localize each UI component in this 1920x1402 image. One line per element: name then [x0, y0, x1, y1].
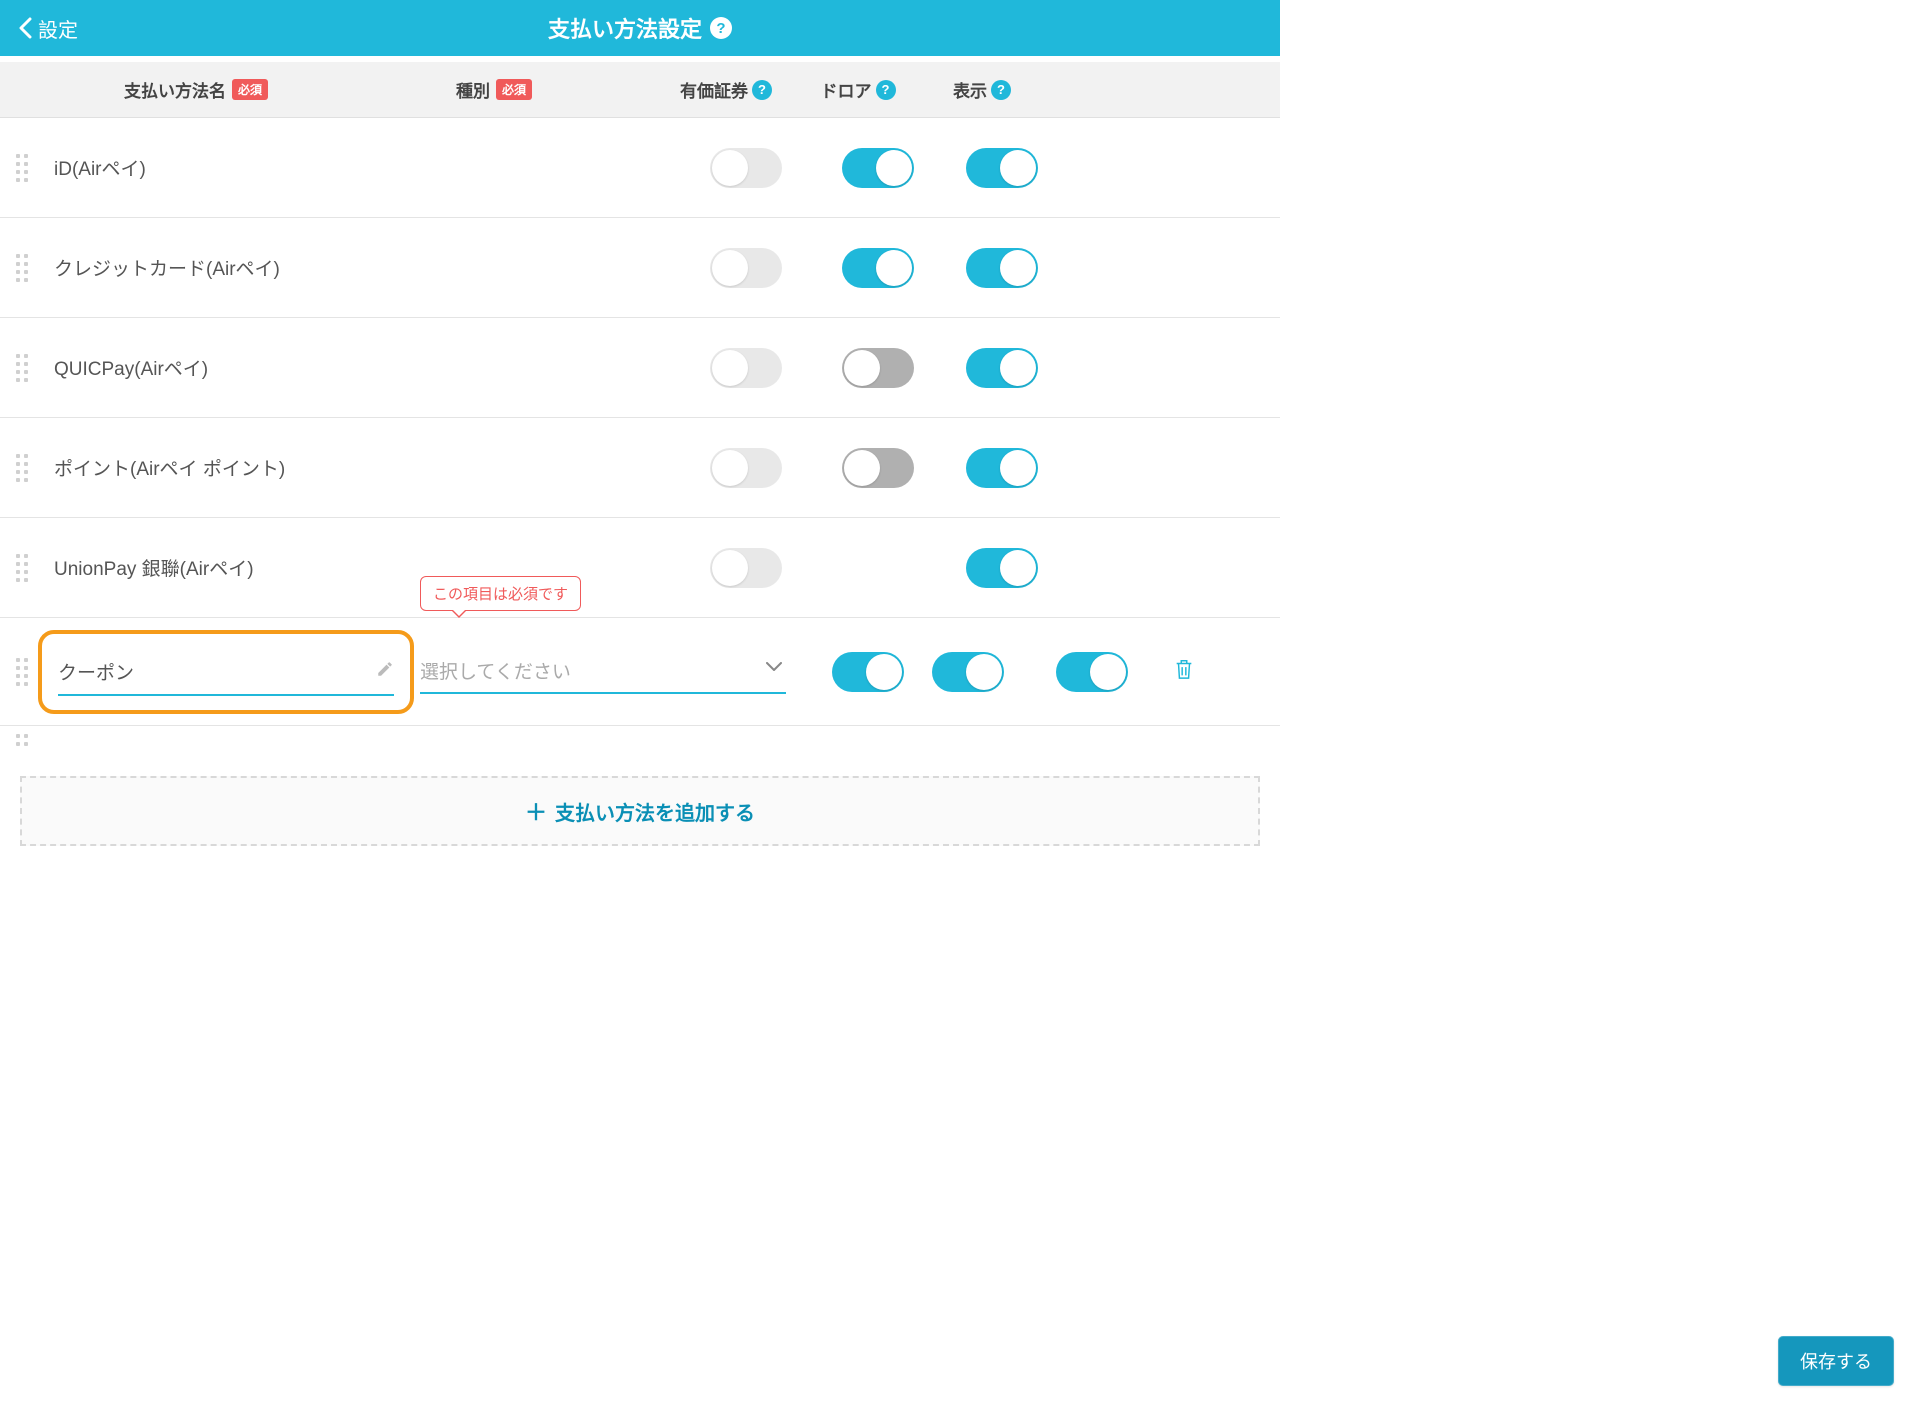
column-header-type: 種別 必須: [376, 77, 656, 102]
drag-handle-icon[interactable]: [16, 658, 36, 686]
securities-toggle[interactable]: [710, 448, 782, 488]
page-title-text: 支払い方法設定: [548, 12, 702, 44]
drag-handle-icon[interactable]: [16, 454, 36, 482]
help-icon[interactable]: ?: [991, 80, 1011, 100]
table-row: ポイント(Airペイ ポイント): [0, 418, 1280, 518]
column-header-securities: 有価証券 ?: [656, 77, 796, 102]
table-row: [0, 726, 1280, 754]
securities-toggle[interactable]: [710, 248, 782, 288]
display-toggle[interactable]: [966, 548, 1038, 588]
drag-handle-icon[interactable]: [16, 354, 36, 382]
securities-toggle[interactable]: [710, 148, 782, 188]
save-button[interactable]: 保存する: [1778, 1336, 1894, 1386]
drag-handle-icon[interactable]: [16, 554, 36, 582]
drawer-toggle[interactable]: [842, 348, 914, 388]
delete-icon[interactable]: [1173, 657, 1195, 686]
payment-name: クレジットカード(Airペイ): [44, 254, 396, 281]
table-row: UnionPay 銀聯(Airペイ): [0, 518, 1280, 618]
column-header-drawer: ドロア ?: [796, 77, 920, 102]
column-header-display: 表示 ?: [920, 77, 1044, 102]
help-icon[interactable]: ?: [752, 80, 772, 100]
drawer-toggle[interactable]: [842, 248, 914, 288]
display-toggle[interactable]: [966, 148, 1038, 188]
table-row: QUICPay(Airペイ): [0, 318, 1280, 418]
drag-handle-icon[interactable]: [16, 734, 36, 746]
payment-name: ポイント(Airペイ ポイント): [44, 454, 396, 481]
securities-toggle[interactable]: [710, 548, 782, 588]
column-header-row: 支払い方法名 必須 種別 必須 有価証券 ? ドロア ? 表示 ?: [0, 62, 1280, 118]
chevron-left-icon: [18, 17, 32, 39]
column-display-label: 表示: [953, 77, 987, 102]
display-toggle[interactable]: [1056, 652, 1128, 692]
payment-name: QUICPay(Airペイ): [44, 354, 396, 381]
payment-name: iD(Airペイ): [44, 154, 396, 181]
column-type-label: 種別: [456, 77, 490, 102]
payment-name-input[interactable]: [58, 661, 376, 683]
drawer-toggle[interactable]: [932, 652, 1004, 692]
display-toggle[interactable]: [966, 448, 1038, 488]
required-badge: 必須: [232, 79, 268, 100]
table-row-editing: この項目は必須です 選択してください: [0, 618, 1280, 726]
display-toggle[interactable]: [966, 248, 1038, 288]
plus-icon: ＋: [525, 795, 547, 827]
column-header-name: 支払い方法名 必須: [24, 77, 376, 102]
help-icon[interactable]: ?: [876, 80, 896, 100]
drawer-toggle[interactable]: [842, 148, 914, 188]
add-payment-method-label: 支払い方法を追加する: [555, 797, 755, 826]
error-tooltip-text: この項目は必須です: [433, 586, 568, 603]
footer: 保存する: [1778, 1336, 1894, 1386]
securities-toggle[interactable]: [710, 348, 782, 388]
table-row: iD(Airペイ): [0, 118, 1280, 218]
back-label: 設定: [38, 14, 78, 43]
error-tooltip: この項目は必須です: [420, 576, 581, 611]
column-securities-label: 有価証券: [680, 77, 748, 102]
display-toggle[interactable]: [966, 348, 1038, 388]
payment-name: UnionPay 銀聯(Airペイ): [44, 554, 396, 581]
payment-type-placeholder: 選択してください: [420, 649, 786, 692]
securities-toggle[interactable]: [832, 652, 904, 692]
column-name-label: 支払い方法名: [124, 77, 226, 102]
back-button[interactable]: 設定: [18, 0, 78, 56]
page-title: 支払い方法設定 ?: [548, 12, 732, 44]
required-badge: 必須: [496, 79, 532, 100]
payment-type-select[interactable]: 選択してください: [420, 649, 786, 694]
payment-method-list: iD(Airペイ) クレジットカード(Airペイ) QUICPay(Airペイ)…: [0, 118, 1280, 754]
drag-handle-icon[interactable]: [16, 254, 36, 282]
table-row: クレジットカード(Airペイ): [0, 218, 1280, 318]
app-header: 設定 支払い方法設定 ?: [0, 0, 1280, 56]
column-drawer-label: ドロア: [821, 77, 872, 102]
drawer-toggle[interactable]: [842, 448, 914, 488]
chevron-down-icon: [766, 659, 782, 677]
add-payment-method-button[interactable]: ＋ 支払い方法を追加する: [20, 776, 1260, 846]
help-icon[interactable]: ?: [710, 17, 732, 39]
pencil-icon: [376, 660, 394, 683]
drag-handle-icon[interactable]: [16, 154, 36, 182]
payment-name-input-highlight: [38, 630, 414, 714]
